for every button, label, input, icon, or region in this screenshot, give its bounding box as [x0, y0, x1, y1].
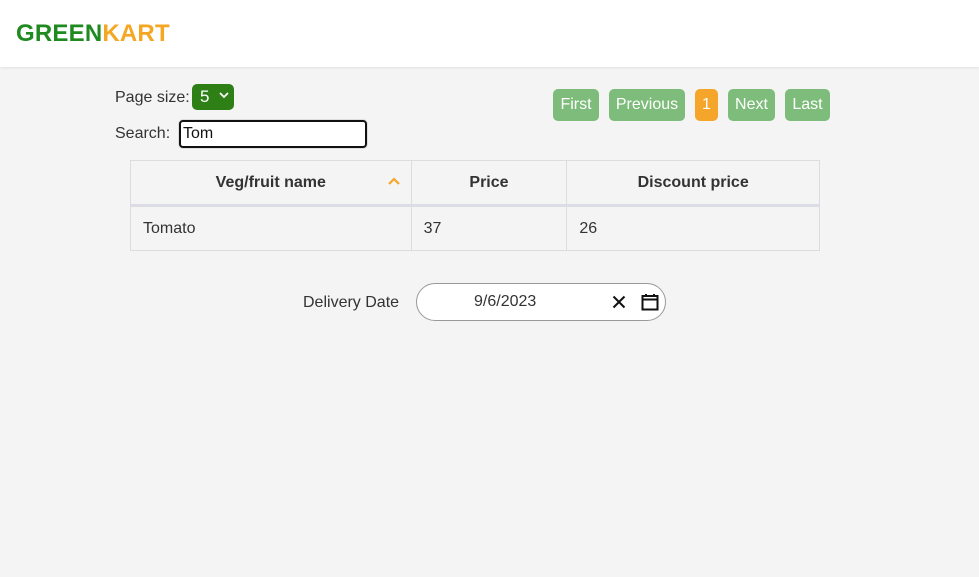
column-header-name-label: Veg/fruit name [215, 173, 326, 191]
search-label: Search: [115, 125, 171, 142]
table-header-row: Veg/fruit name Price Discount price [130, 160, 820, 207]
column-header-discount[interactable]: Discount price [566, 160, 820, 207]
chevron-down-icon [219, 92, 229, 99]
page-size-select[interactable]: 5 [192, 84, 234, 110]
delivery-date-label: Delivery Date [303, 294, 400, 311]
close-icon[interactable] [612, 295, 626, 309]
column-header-discount-label: Discount price [637, 173, 749, 191]
column-header-price-label: Price [469, 173, 509, 191]
column-header-price[interactable]: Price [410, 160, 568, 207]
brand-text-green: GREEN [16, 20, 103, 47]
delivery-date-value[interactable]: 9/6/2023 [474, 293, 536, 311]
last-page-button[interactable]: Last [785, 89, 830, 121]
cell-price: 37 [410, 205, 568, 251]
table-row: Tomato 37 26 [130, 205, 820, 251]
calendar-icon[interactable] [641, 293, 659, 311]
cell-name: Tomato [130, 205, 412, 251]
first-page-button[interactable]: First [553, 89, 599, 121]
page-size-value: 5 [200, 87, 210, 106]
search-input[interactable] [179, 120, 367, 148]
column-header-name[interactable]: Veg/fruit name [130, 160, 412, 207]
page-size-label: Page size: [115, 89, 190, 106]
brand-logo[interactable]: GREENKART [16, 20, 170, 48]
sort-ascending-icon [387, 177, 400, 185]
delivery-date-picker[interactable]: 9/6/2023 [416, 283, 666, 321]
brand-text-orange: KART [102, 20, 170, 47]
previous-page-button[interactable]: Previous [609, 89, 685, 121]
cell-discount-price: 26 [566, 205, 820, 251]
product-table: Veg/fruit name Price Discount price Toma… [130, 160, 820, 251]
next-page-button[interactable]: Next [728, 89, 775, 121]
current-page-button[interactable]: 1 [695, 89, 718, 121]
top-header: GREENKART [0, 0, 979, 67]
